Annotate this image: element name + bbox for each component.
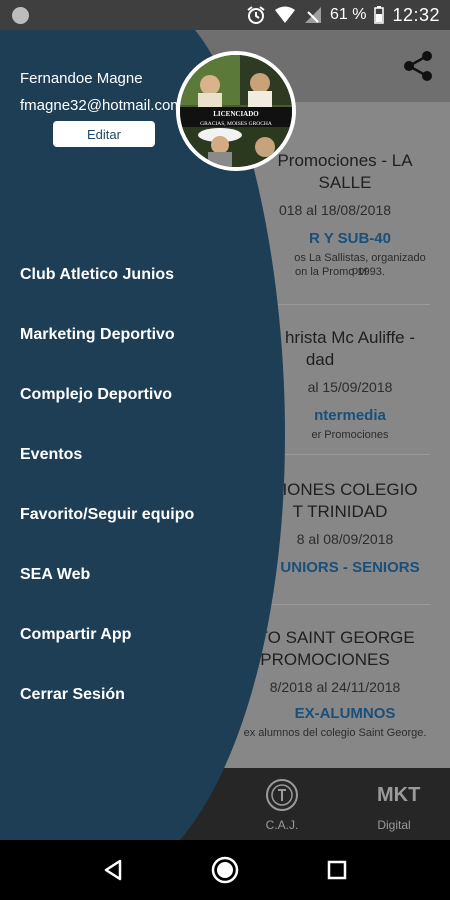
avatar-image: LICENCIADO GRACIAS, MOISES GROCHA bbox=[180, 55, 292, 167]
status-bar: 61 % 12:32 bbox=[0, 0, 450, 30]
battery-percent: 61 % bbox=[329, 6, 367, 23]
nav-digital-label: Digital bbox=[377, 818, 411, 832]
menu-item-eventos[interactable]: Eventos bbox=[0, 425, 280, 485]
user-avatar[interactable]: LICENCIADO GRACIAS, MOISES GROCHA bbox=[176, 51, 296, 171]
menu-item-club-atletico-junios[interactable]: Club Atletico Junios bbox=[0, 245, 280, 305]
menu-item-marketing-deportivo[interactable]: Marketing Deportivo bbox=[0, 305, 280, 365]
user-email: fmagne32@hotmail.com bbox=[20, 97, 180, 114]
home-icon[interactable] bbox=[210, 855, 240, 885]
nav-digital[interactable]: MKT Digital bbox=[354, 778, 434, 832]
signal-icon bbox=[304, 7, 321, 23]
menu-item-favorito-seguir-equipo[interactable]: Favorito/Seguir equipo bbox=[0, 485, 280, 545]
avatar-caption-2: GRACIAS, MOISES GROCHA bbox=[200, 121, 272, 127]
notification-dot-icon bbox=[12, 7, 29, 24]
edit-profile-button[interactable]: Editar bbox=[53, 121, 155, 147]
menu-item-cerrar-sesion[interactable]: Cerrar Sesión bbox=[0, 665, 280, 725]
avatar-caption-1: LICENCIADO bbox=[213, 110, 259, 118]
menu-item-sea-web[interactable]: SEA Web bbox=[0, 545, 280, 605]
system-navigation-bar bbox=[0, 840, 450, 900]
alarm-icon bbox=[247, 6, 265, 24]
menu-item-complejo-deportivo[interactable]: Complejo Deportivo bbox=[0, 365, 280, 425]
wifi-icon bbox=[274, 6, 295, 23]
user-name: Fernandoe Magne bbox=[20, 70, 143, 87]
menu-item-compartir-app[interactable]: Compartir App bbox=[0, 605, 280, 665]
back-icon[interactable] bbox=[98, 855, 128, 885]
drawer-menu: Club Atletico Junios Marketing Deportivo… bbox=[0, 245, 280, 725]
share-icon[interactable] bbox=[400, 48, 436, 84]
recents-icon[interactable] bbox=[322, 855, 352, 885]
clock: 12:32 bbox=[392, 4, 440, 25]
battery-icon bbox=[374, 6, 385, 24]
mkt-icon: MKT bbox=[377, 784, 421, 806]
status-icons: 61 % 12:32 bbox=[246, 0, 440, 30]
